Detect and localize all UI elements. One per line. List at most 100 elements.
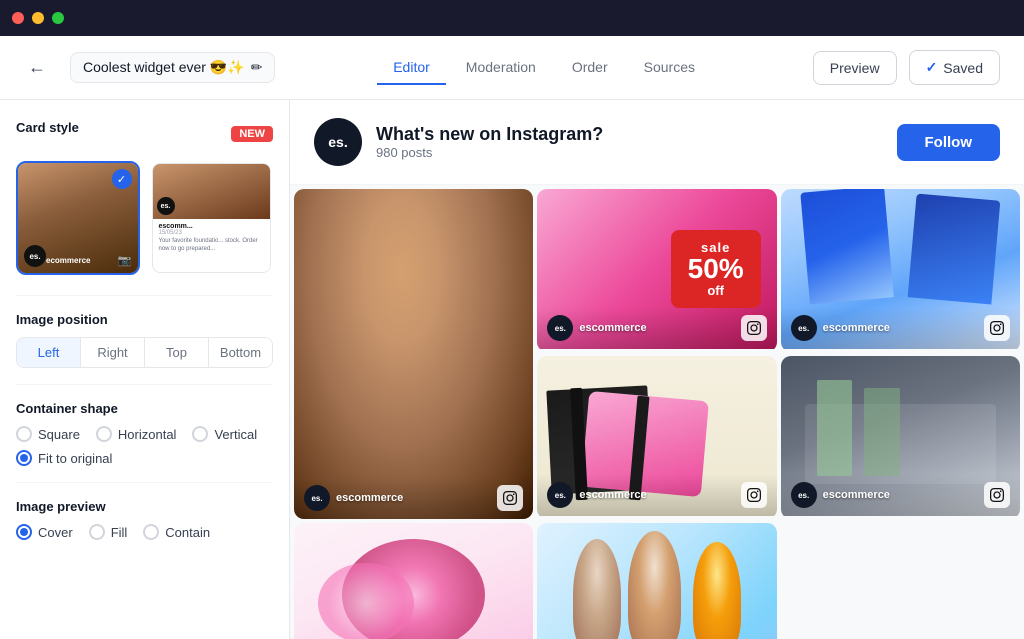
post-sale-platform: [741, 315, 767, 341]
card2-avatar: es.: [157, 197, 175, 215]
card-style-1[interactable]: ✓ es. 📷 ecommerce: [16, 161, 140, 275]
post-jeans-user: es. escommerce: [791, 315, 890, 341]
preview-cover-label: Cover: [38, 525, 73, 540]
img-pos-top[interactable]: Top: [145, 338, 209, 367]
card-style-2[interactable]: es. escomm... 15/05/23 Your favorite fou…: [150, 161, 274, 275]
post-store-platform: [984, 482, 1010, 508]
post-jeans-username: escommerce: [823, 322, 890, 334]
preview-contain-radio: [143, 524, 159, 540]
post-sale-user: es. escommerce: [547, 315, 646, 341]
post-shoes-avatar: es.: [547, 482, 573, 508]
main-layout: Card style NEW ✓ es. 📷 ecommerce es.: [0, 100, 1024, 639]
shape-horizontal-radio: [96, 426, 112, 442]
nav-tabs: Editor Moderation Order Sources: [295, 51, 792, 85]
traffic-light-green[interactable]: [52, 12, 64, 24]
traffic-light-yellow[interactable]: [32, 12, 44, 24]
shape-square-radio: [16, 426, 32, 442]
img-pos-bottom[interactable]: Bottom: [209, 338, 272, 367]
post-store-avatar: es.: [791, 482, 817, 508]
feed-header-left: es. What's new on Instagram? 980 posts: [314, 118, 603, 166]
preview-cover-radio: [16, 524, 32, 540]
post-sale-username: escommerce: [579, 322, 646, 334]
image-position-label: Image position: [16, 312, 273, 327]
shape-horizontal[interactable]: Horizontal: [96, 426, 177, 442]
post-shoes-overlay: es. escommerce: [537, 474, 776, 516]
preview-contain-label: Contain: [165, 525, 210, 540]
preview-fill-label: Fill: [111, 525, 128, 540]
post-sale-avatar: es.: [547, 315, 573, 341]
tab-sources[interactable]: Sources: [628, 51, 711, 85]
img-pos-left[interactable]: Left: [17, 338, 81, 367]
post-card-sale[interactable]: sale 50% off es. escommerce: [537, 189, 776, 352]
post-card-group[interactable]: es. escommerce: [537, 523, 776, 639]
preview-button[interactable]: Preview: [813, 51, 897, 85]
container-shape-row-1: Square Horizontal Vertical: [16, 426, 273, 442]
shape-vertical-radio: [192, 426, 208, 442]
tab-moderation[interactable]: Moderation: [450, 51, 552, 85]
post-card-fashion-store[interactable]: es. escommerce: [781, 356, 1020, 519]
tab-order[interactable]: Order: [556, 51, 624, 85]
post-card-flowers[interactable]: es. escommerce: [294, 523, 533, 639]
shape-fit-label: Fit to original: [38, 451, 112, 466]
shape-square[interactable]: Square: [16, 426, 80, 442]
post-jeans-avatar: es.: [791, 315, 817, 341]
feed-header: es. What's new on Instagram? 980 posts F…: [290, 100, 1024, 185]
traffic-light-red[interactable]: [12, 12, 24, 24]
sale-badge: sale 50% off: [671, 230, 761, 308]
shape-vertical[interactable]: Vertical: [192, 426, 257, 442]
saved-button[interactable]: ✓ Saved: [909, 50, 1000, 85]
tab-editor[interactable]: Editor: [377, 51, 446, 85]
pencil-icon: ✏: [251, 59, 263, 76]
feed-info: What's new on Instagram? 980 posts: [376, 124, 603, 160]
card1-username: ecommerce: [46, 256, 90, 273]
image-position-group: Left Right Top Bottom: [16, 337, 273, 368]
preview-contain[interactable]: Contain: [143, 524, 210, 540]
post-shoes-user: es. escommerce: [547, 482, 646, 508]
project-title-text: Coolest widget ever 😎✨: [83, 59, 245, 76]
card2-body: Your favorite foundatio... stock. Order …: [159, 238, 265, 254]
card-previews: ✓ es. 📷 ecommerce es. escomm... 15/05/23…: [16, 161, 273, 275]
divider-1: [16, 295, 273, 296]
sale-pct: 50%: [685, 255, 747, 283]
posts-grid: es. escommerce sale 50%: [290, 185, 1024, 639]
post-card-portrait-main[interactable]: es. escommerce: [294, 189, 533, 519]
follow-button[interactable]: Follow: [897, 124, 1001, 161]
new-badge: NEW: [231, 126, 273, 142]
preview-fill-radio: [89, 524, 105, 540]
post-jeans-platform: [984, 315, 1010, 341]
post-card-jeans[interactable]: es. escommerce: [781, 189, 1020, 352]
shape-horizontal-label: Horizontal: [118, 427, 177, 442]
preview-cover[interactable]: Cover: [16, 524, 73, 540]
post-store-username: escommerce: [823, 489, 890, 501]
shape-fit[interactable]: Fit to original: [16, 450, 112, 466]
feed-title: What's new on Instagram?: [376, 124, 603, 145]
post-portrait-main-overlay: es. escommerce: [294, 477, 533, 519]
post-sale-overlay: es. escommerce: [537, 307, 776, 349]
post-jeans-overlay: es. escommerce: [781, 307, 1020, 349]
project-title[interactable]: Coolest widget ever 😎✨ ✏: [70, 52, 275, 83]
shape-vertical-label: Vertical: [214, 427, 257, 442]
preview-fill[interactable]: Fill: [89, 524, 128, 540]
back-button[interactable]: ←: [24, 53, 50, 82]
card-style-header: Card style NEW: [16, 120, 273, 147]
post-portrait-main-user: es. escommerce: [304, 485, 403, 511]
card-style-label: Card style: [16, 120, 79, 135]
container-shape-group: Square Horizontal Vertical Fit to origin…: [16, 426, 273, 466]
shape-square-label: Square: [38, 427, 80, 442]
header-actions: Preview ✓ Saved: [813, 50, 1000, 85]
check-icon: ✓: [926, 59, 938, 76]
card2-date: 15/05/23: [159, 230, 265, 236]
divider-2: [16, 384, 273, 385]
post-card-shoes[interactable]: es. escommerce: [537, 356, 776, 519]
selected-check: ✓: [112, 169, 132, 189]
shape-fit-radio: [16, 450, 32, 466]
post-store-user: es. escommerce: [791, 482, 890, 508]
sale-off: off: [685, 283, 747, 298]
feed-post-count: 980 posts: [376, 145, 603, 160]
img-pos-right[interactable]: Right: [81, 338, 145, 367]
card1-platform-icon: 📷: [118, 254, 132, 267]
post-shoes-platform: [741, 482, 767, 508]
container-shape-label: Container shape: [16, 401, 273, 416]
divider-3: [16, 482, 273, 483]
sidebar: Card style NEW ✓ es. 📷 ecommerce es.: [0, 100, 290, 639]
